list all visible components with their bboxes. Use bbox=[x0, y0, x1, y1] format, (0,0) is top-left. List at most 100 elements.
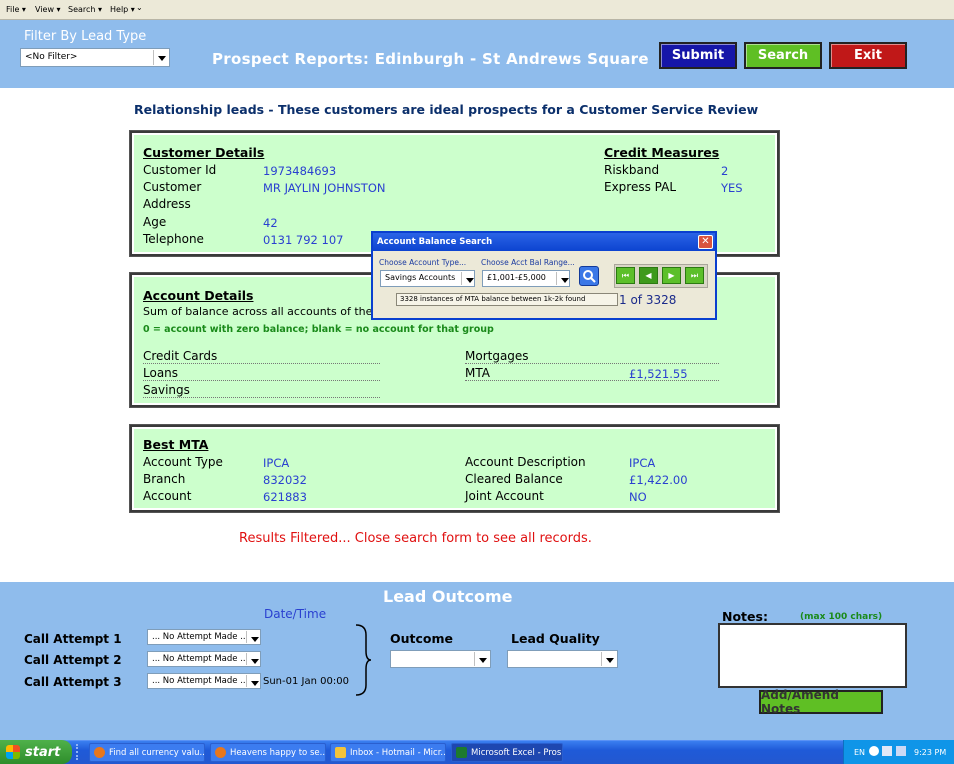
express-pal-label: Express PAL bbox=[604, 180, 677, 194]
bracket-icon bbox=[355, 624, 372, 696]
search-button[interactable]: Search bbox=[744, 42, 822, 69]
clock: 9:23 PM bbox=[914, 748, 947, 757]
mail-icon bbox=[335, 747, 346, 758]
chevron-down-icon bbox=[246, 653, 259, 665]
chevron-down-icon bbox=[246, 631, 259, 643]
account-description: Sum of balance across all accounts of th… bbox=[143, 305, 373, 318]
call-attempt-1-label: Call Attempt 1 bbox=[24, 632, 122, 646]
task-hotmail-inbox[interactable]: Inbox - Hotmail - Micr... bbox=[330, 743, 446, 762]
account-type-dropdown[interactable]: Savings Accounts bbox=[380, 270, 475, 287]
riskband-value: 2 bbox=[721, 164, 729, 178]
toolbar-grip: ⌄ bbox=[136, 3, 143, 12]
chevron-down-icon bbox=[153, 50, 168, 65]
outcome-label: Outcome bbox=[390, 631, 454, 646]
filtered-message: Results Filtered... Close search form to… bbox=[239, 531, 592, 546]
credit-measures-heading: Credit Measures bbox=[604, 145, 720, 160]
call-attempt-2-label: Call Attempt 2 bbox=[24, 653, 122, 667]
start-button[interactable]: start bbox=[0, 740, 72, 764]
notes-textarea[interactable] bbox=[718, 623, 907, 688]
firefox-icon bbox=[215, 747, 226, 758]
lead-quality-label: Lead Quality bbox=[511, 631, 600, 646]
balance-range-selected: £1,001-£5,000 bbox=[487, 273, 546, 282]
loans-label: Loans bbox=[143, 366, 380, 381]
menu-bar: File ▾ View ▾ Search ▾ Help ▾ ⌄ bbox=[0, 0, 954, 20]
submit-button[interactable]: Submit bbox=[659, 42, 737, 69]
tray-network-icon[interactable] bbox=[896, 746, 906, 756]
account-description-label: Account Description bbox=[465, 455, 586, 469]
cleared-balance-value: £1,422.00 bbox=[629, 473, 688, 487]
subtitle: Relationship leads - These customers are… bbox=[134, 102, 759, 117]
best-mta-panel bbox=[129, 424, 780, 513]
task-excel[interactable]: Microsoft Excel - Pros... bbox=[451, 743, 563, 762]
account-details-heading: Account Details bbox=[143, 288, 254, 303]
task-firefox-currency[interactable]: Find all currency valu... bbox=[89, 743, 205, 762]
address-label: Address bbox=[143, 197, 191, 211]
chevron-down-icon bbox=[556, 272, 569, 285]
account-type-label: Account Type bbox=[143, 455, 223, 469]
joint-account-label: Joint Account bbox=[465, 489, 544, 503]
age-value: 42 bbox=[263, 216, 278, 230]
notes-hint: (max 100 chars) bbox=[800, 612, 883, 622]
datetime-label: Date/Time bbox=[264, 607, 327, 621]
firefox-icon bbox=[94, 747, 105, 758]
filter-dropdown[interactable]: <No Filter> bbox=[20, 48, 170, 67]
chevron-down-icon bbox=[601, 652, 616, 666]
chevron-down-icon bbox=[461, 272, 474, 285]
tray-app-icon[interactable] bbox=[882, 746, 892, 756]
add-amend-notes-button[interactable]: Add/Amend Notes bbox=[759, 688, 883, 716]
cleared-balance-label: Cleared Balance bbox=[465, 472, 563, 486]
call-attempt-2-value: ... No Attempt Made ... bbox=[152, 654, 249, 664]
page-title: Prospect Reports: Edinburgh - St Andrews… bbox=[212, 50, 649, 68]
dialog-title: Account Balance Search bbox=[373, 233, 715, 251]
previous-record-icon[interactable]: ◀ bbox=[639, 267, 658, 284]
account-balance-search-dialog: Account Balance Search ✕ Choose Account … bbox=[371, 231, 717, 320]
balance-range-dropdown[interactable]: £1,001-£5,000 bbox=[482, 270, 570, 287]
account-legend-note: 0 = account with zero balance; blank = n… bbox=[143, 324, 494, 335]
excel-icon bbox=[456, 747, 467, 758]
branch-label: Branch bbox=[143, 472, 186, 486]
filter-value: <No Filter> bbox=[25, 52, 78, 62]
riskband-label: Riskband bbox=[604, 163, 660, 177]
search-icon[interactable] bbox=[579, 266, 599, 286]
filter-title: Filter By Lead Type bbox=[24, 29, 147, 44]
language-indicator[interactable]: EN bbox=[854, 748, 865, 757]
last-record-icon[interactable]: ⏭ bbox=[685, 267, 704, 284]
joint-account-value: NO bbox=[629, 490, 647, 504]
branch-value: 832032 bbox=[263, 473, 307, 487]
credit-cards-label: Credit Cards bbox=[143, 349, 380, 364]
menu-help[interactable]: Help ▾ bbox=[110, 5, 135, 14]
savings-label: Savings bbox=[143, 383, 380, 398]
menu-search[interactable]: Search ▾ bbox=[68, 5, 102, 14]
call-attempt-2-dropdown[interactable]: ... No Attempt Made ... bbox=[147, 651, 261, 667]
lead-quality-dropdown[interactable] bbox=[507, 650, 618, 668]
customer-name-value: MR JAYLIN JOHNSTON bbox=[263, 181, 386, 195]
menu-file[interactable]: File ▾ bbox=[6, 5, 26, 14]
age-label: Age bbox=[143, 215, 167, 229]
express-pal-value: YES bbox=[721, 181, 743, 195]
outcome-dropdown[interactable] bbox=[390, 650, 491, 668]
account-type-selected: Savings Accounts bbox=[385, 273, 456, 282]
call-attempt-3-dropdown[interactable]: ... No Attempt Made ... bbox=[147, 673, 261, 689]
account-type-value: IPCA bbox=[263, 456, 290, 470]
mta-value: £1,521.55 bbox=[629, 367, 688, 381]
call-attempt-1-dropdown[interactable]: ... No Attempt Made ... bbox=[147, 629, 261, 645]
windows-logo-icon bbox=[6, 745, 20, 759]
customer-id-label: Customer Id bbox=[143, 163, 217, 177]
task-firefox-heavens[interactable]: Heavens happy to se... bbox=[210, 743, 326, 762]
first-record-icon[interactable]: ⏮ bbox=[616, 267, 635, 284]
customer-id-value: 1973484693 bbox=[263, 164, 337, 178]
customer-details-heading: Customer Details bbox=[143, 145, 265, 160]
account-value: 621883 bbox=[263, 490, 307, 504]
call-attempt-3-value: ... No Attempt Made ... bbox=[152, 676, 249, 686]
best-mta-heading: Best MTA bbox=[143, 437, 209, 452]
exit-button[interactable]: Exit bbox=[829, 42, 907, 69]
back-arrow-icon[interactable] bbox=[869, 746, 879, 756]
next-record-icon[interactable]: ▶ bbox=[662, 267, 681, 284]
menu-view[interactable]: View ▾ bbox=[35, 5, 61, 14]
record-counter: 1 of 3328 bbox=[619, 293, 677, 307]
telephone-value: 0131 792 107 bbox=[263, 233, 344, 247]
call-attempt-1-value: ... No Attempt Made ... bbox=[152, 632, 249, 642]
account-label: Account bbox=[143, 489, 192, 503]
call-attempt-3-label: Call Attempt 3 bbox=[24, 675, 122, 689]
close-icon[interactable]: ✕ bbox=[698, 235, 713, 249]
